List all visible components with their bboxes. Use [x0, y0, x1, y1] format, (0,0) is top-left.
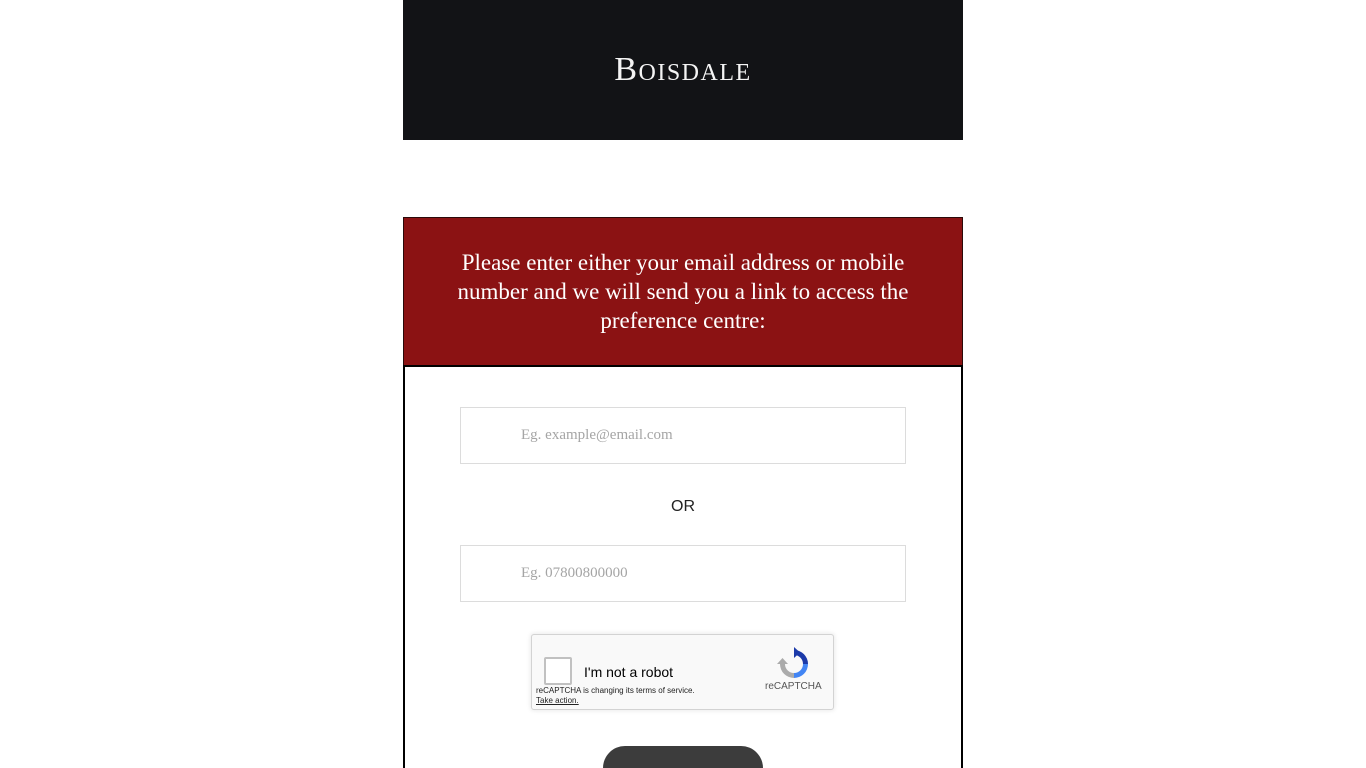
boisdale-logo: Boisdale: [614, 51, 752, 88]
recaptcha-brand: reCAPTCHA: [765, 681, 822, 692]
recaptcha-widget: I'm not a robot reCAPTCHA is changing it…: [531, 634, 834, 710]
submit-button[interactable]: SUBMIT: [603, 746, 763, 768]
recaptcha-logo-icon: [777, 647, 808, 678]
instruction-header: Please enter either your email address o…: [403, 217, 963, 366]
instruction-text: Please enter either your email address o…: [457, 250, 909, 333]
recaptcha-take-action-link[interactable]: Take action.: [536, 696, 579, 706]
brand-banner: Boisdale: [403, 0, 963, 140]
recaptcha-label: I'm not a robot: [584, 664, 674, 680]
or-separator: OR: [671, 498, 695, 515]
recaptcha-notice: reCAPTCHA is changing its terms of servi…: [536, 686, 695, 695]
mobile-input[interactable]: [460, 545, 906, 602]
recaptcha-checkbox[interactable]: [544, 657, 572, 685]
email-input[interactable]: [460, 407, 906, 464]
